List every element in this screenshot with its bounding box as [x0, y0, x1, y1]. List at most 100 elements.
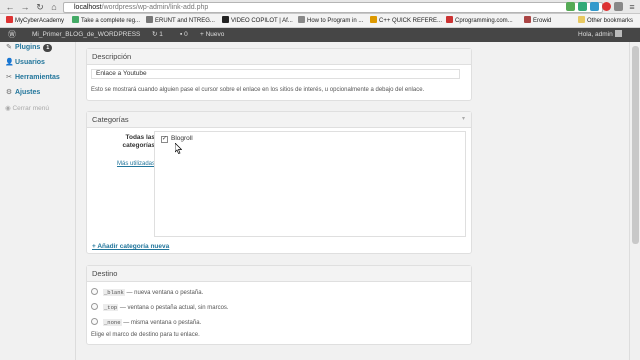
- users-icon: 👤: [5, 59, 14, 66]
- sidebar-item-tools[interactable]: ✂ Herramientas: [5, 73, 60, 81]
- tab-all-categories[interactable]: Todas las categorías: [93, 134, 155, 150]
- bookmark-label: Erowid: [533, 18, 552, 24]
- tools-icon: ✂: [6, 74, 12, 81]
- my-account-link[interactable]: Hola, admin: [578, 28, 622, 42]
- sidebar-item-plugins[interactable]: ✎ Plugins 1: [5, 43, 53, 52]
- folder-icon: [578, 16, 585, 23]
- target-code: _top: [103, 304, 119, 311]
- comments-count: 0: [184, 31, 188, 38]
- bookmark-favicon-icon: [446, 16, 453, 23]
- wrench-menu-icon[interactable]: ≡: [627, 2, 637, 12]
- target-text: — misma ventana o pestaña.: [123, 320, 202, 326]
- back-icon[interactable]: ←: [5, 2, 15, 12]
- wp-admin-bar: Ⓦ Mi_Primer_BLOG_de_WORDPRESS ↻ 1 ▪ 0 + …: [0, 28, 640, 42]
- plugin-icon: ✎: [6, 44, 12, 51]
- category-checklist: ✓ Blogroll: [154, 131, 466, 237]
- sidebar-item-label: Usuarios: [15, 59, 45, 66]
- bookmark-label: MyCyberAcademy: [15, 18, 65, 24]
- bookmark-favicon-icon: [524, 16, 531, 23]
- sidebar-item-label: Ajustes: [15, 89, 41, 96]
- bookmark-item[interactable]: How to Program in ...: [298, 16, 363, 26]
- blogroll-checkbox[interactable]: ✓: [161, 136, 168, 143]
- sidebar-item-label: Herramientas: [15, 74, 60, 81]
- target-box-title: Destino: [87, 266, 471, 282]
- target-box: Destino _blank — nueva ventana o pestaña…: [86, 265, 472, 345]
- bookmark-item[interactable]: Cprogramming.com...: [446, 16, 513, 26]
- add-category-link[interactable]: + Añadir categoría nueva: [92, 243, 169, 250]
- site-name-link[interactable]: Mi_Primer_BLOG_de_WORDPRESS: [32, 28, 140, 42]
- url-host: localhost: [74, 4, 102, 11]
- admin-sidebar: ✎ Plugins 1 👤Usuarios ✂ Herramientas ⚙ Ajust…: [0, 42, 76, 360]
- reload-icon[interactable]: ↻: [35, 2, 45, 12]
- description-box: Descripción Enlace a Youtube Esto se mos…: [86, 48, 472, 101]
- bookmark-favicon-icon: [222, 16, 229, 23]
- other-bookmarks[interactable]: Other bookmarks: [578, 16, 633, 26]
- target-code: _none: [103, 319, 122, 326]
- home-icon[interactable]: ⌂: [49, 2, 59, 12]
- categories-box: Categorías ▾ Todas las categorías Más ut…: [86, 111, 472, 254]
- target-option-blank[interactable]: _blank — nueva ventana o pestaña.: [91, 288, 203, 296]
- bookmark-favicon-icon: [370, 16, 377, 23]
- extension-icon[interactable]: [602, 2, 611, 11]
- collapse-toggle-icon[interactable]: ▾: [462, 115, 465, 122]
- bookmarks-bar: MyCyberAcademy Take a complete reg... ER…: [0, 14, 640, 28]
- description-box-title: Descripción: [87, 49, 471, 65]
- browser-toolbar: ← → ↻ ⌂ localhost/wordpress/wp-admin/lin…: [0, 0, 640, 14]
- sidebar-item-settings[interactable]: ⚙ Ajustes: [5, 88, 40, 96]
- bookmark-label: Cprogramming.com...: [455, 18, 513, 24]
- sidebar-item-label: Plugins: [15, 44, 41, 51]
- collapse-label: Cerrar menú: [12, 105, 49, 112]
- blogroll-label[interactable]: Blogroll: [171, 135, 193, 142]
- scrollbar-thumb[interactable]: [632, 46, 639, 244]
- tab-most-used[interactable]: Más utilizadas: [93, 161, 155, 167]
- new-content-link[interactable]: + Nuevo: [200, 28, 224, 42]
- bookmark-label: Take a complete reg...: [81, 18, 141, 24]
- wordpress-logo-icon[interactable]: Ⓦ: [8, 28, 16, 42]
- comments-link[interactable]: ▪ 0: [180, 28, 188, 42]
- categories-box-title: Categorías: [87, 112, 471, 128]
- extension-icon[interactable]: [566, 2, 575, 11]
- mouse-cursor-icon: [175, 143, 182, 154]
- extension-icon[interactable]: [578, 2, 587, 11]
- other-bookmarks-label: Other bookmarks: [587, 18, 634, 24]
- bookmark-label: C++ QUICK REFERE...: [379, 18, 443, 24]
- greeting: Hola, admin: [578, 31, 613, 38]
- radio-button[interactable]: [91, 318, 98, 325]
- radio-button[interactable]: [91, 303, 98, 310]
- bookmark-favicon-icon: [6, 16, 13, 23]
- target-text: — nueva ventana o pestaña.: [126, 290, 204, 296]
- updates-count: 1: [159, 31, 163, 38]
- bookmark-favicon-icon: [298, 16, 305, 23]
- bookmark-item[interactable]: C++ QUICK REFERE...: [370, 16, 442, 26]
- avatar: [614, 30, 622, 37]
- bookmark-favicon-icon: [72, 16, 79, 23]
- bookmark-item[interactable]: Erowid: [524, 16, 551, 26]
- description-input[interactable]: Enlace a Youtube: [91, 69, 460, 79]
- target-option-top[interactable]: _top — ventana o pestaña actual, sin mar…: [91, 303, 229, 311]
- sidebar-item-users[interactable]: 👤Usuarios: [5, 58, 45, 66]
- address-bar[interactable]: localhost/wordpress/wp-admin/link-add.ph…: [63, 2, 603, 13]
- bookmark-item[interactable]: MyCyberAcademy: [6, 16, 64, 26]
- target-option-none[interactable]: _none — misma ventana o pestaña.: [91, 318, 201, 326]
- target-text: — ventana o pestaña actual, sin marcos.: [119, 305, 229, 311]
- description-help: Esto se mostrará cuando alguien pase el …: [91, 87, 425, 93]
- extension-icon[interactable]: [590, 2, 599, 11]
- url-path: /wordpress/wp-admin/link-add.php: [101, 4, 209, 11]
- new-label: Nuevo: [205, 31, 225, 38]
- updates-link[interactable]: ↻ 1: [152, 28, 163, 42]
- bookmark-item[interactable]: VIDEO COPILOT | Af...: [222, 16, 293, 26]
- bookmark-label: How to Program in ...: [307, 18, 364, 24]
- plugins-update-badge: 1: [43, 44, 53, 52]
- forward-icon[interactable]: →: [20, 2, 30, 12]
- collapse-menu-button[interactable]: ◉ Cerrar menú: [5, 104, 49, 112]
- settings-icon: ⚙: [5, 89, 13, 96]
- bookmark-item[interactable]: Take a complete reg...: [72, 16, 140, 26]
- radio-button[interactable]: [91, 288, 98, 295]
- page-scrollbar[interactable]: [629, 42, 640, 360]
- extension-icon[interactable]: [614, 2, 623, 11]
- bookmark-item[interactable]: ERUNT and NTREG...: [146, 16, 215, 26]
- bookmark-label: ERUNT and NTREG...: [155, 18, 215, 24]
- bookmark-label: VIDEO COPILOT | Af...: [231, 18, 293, 24]
- target-code: _blank: [103, 289, 125, 296]
- bookmark-favicon-icon: [146, 16, 153, 23]
